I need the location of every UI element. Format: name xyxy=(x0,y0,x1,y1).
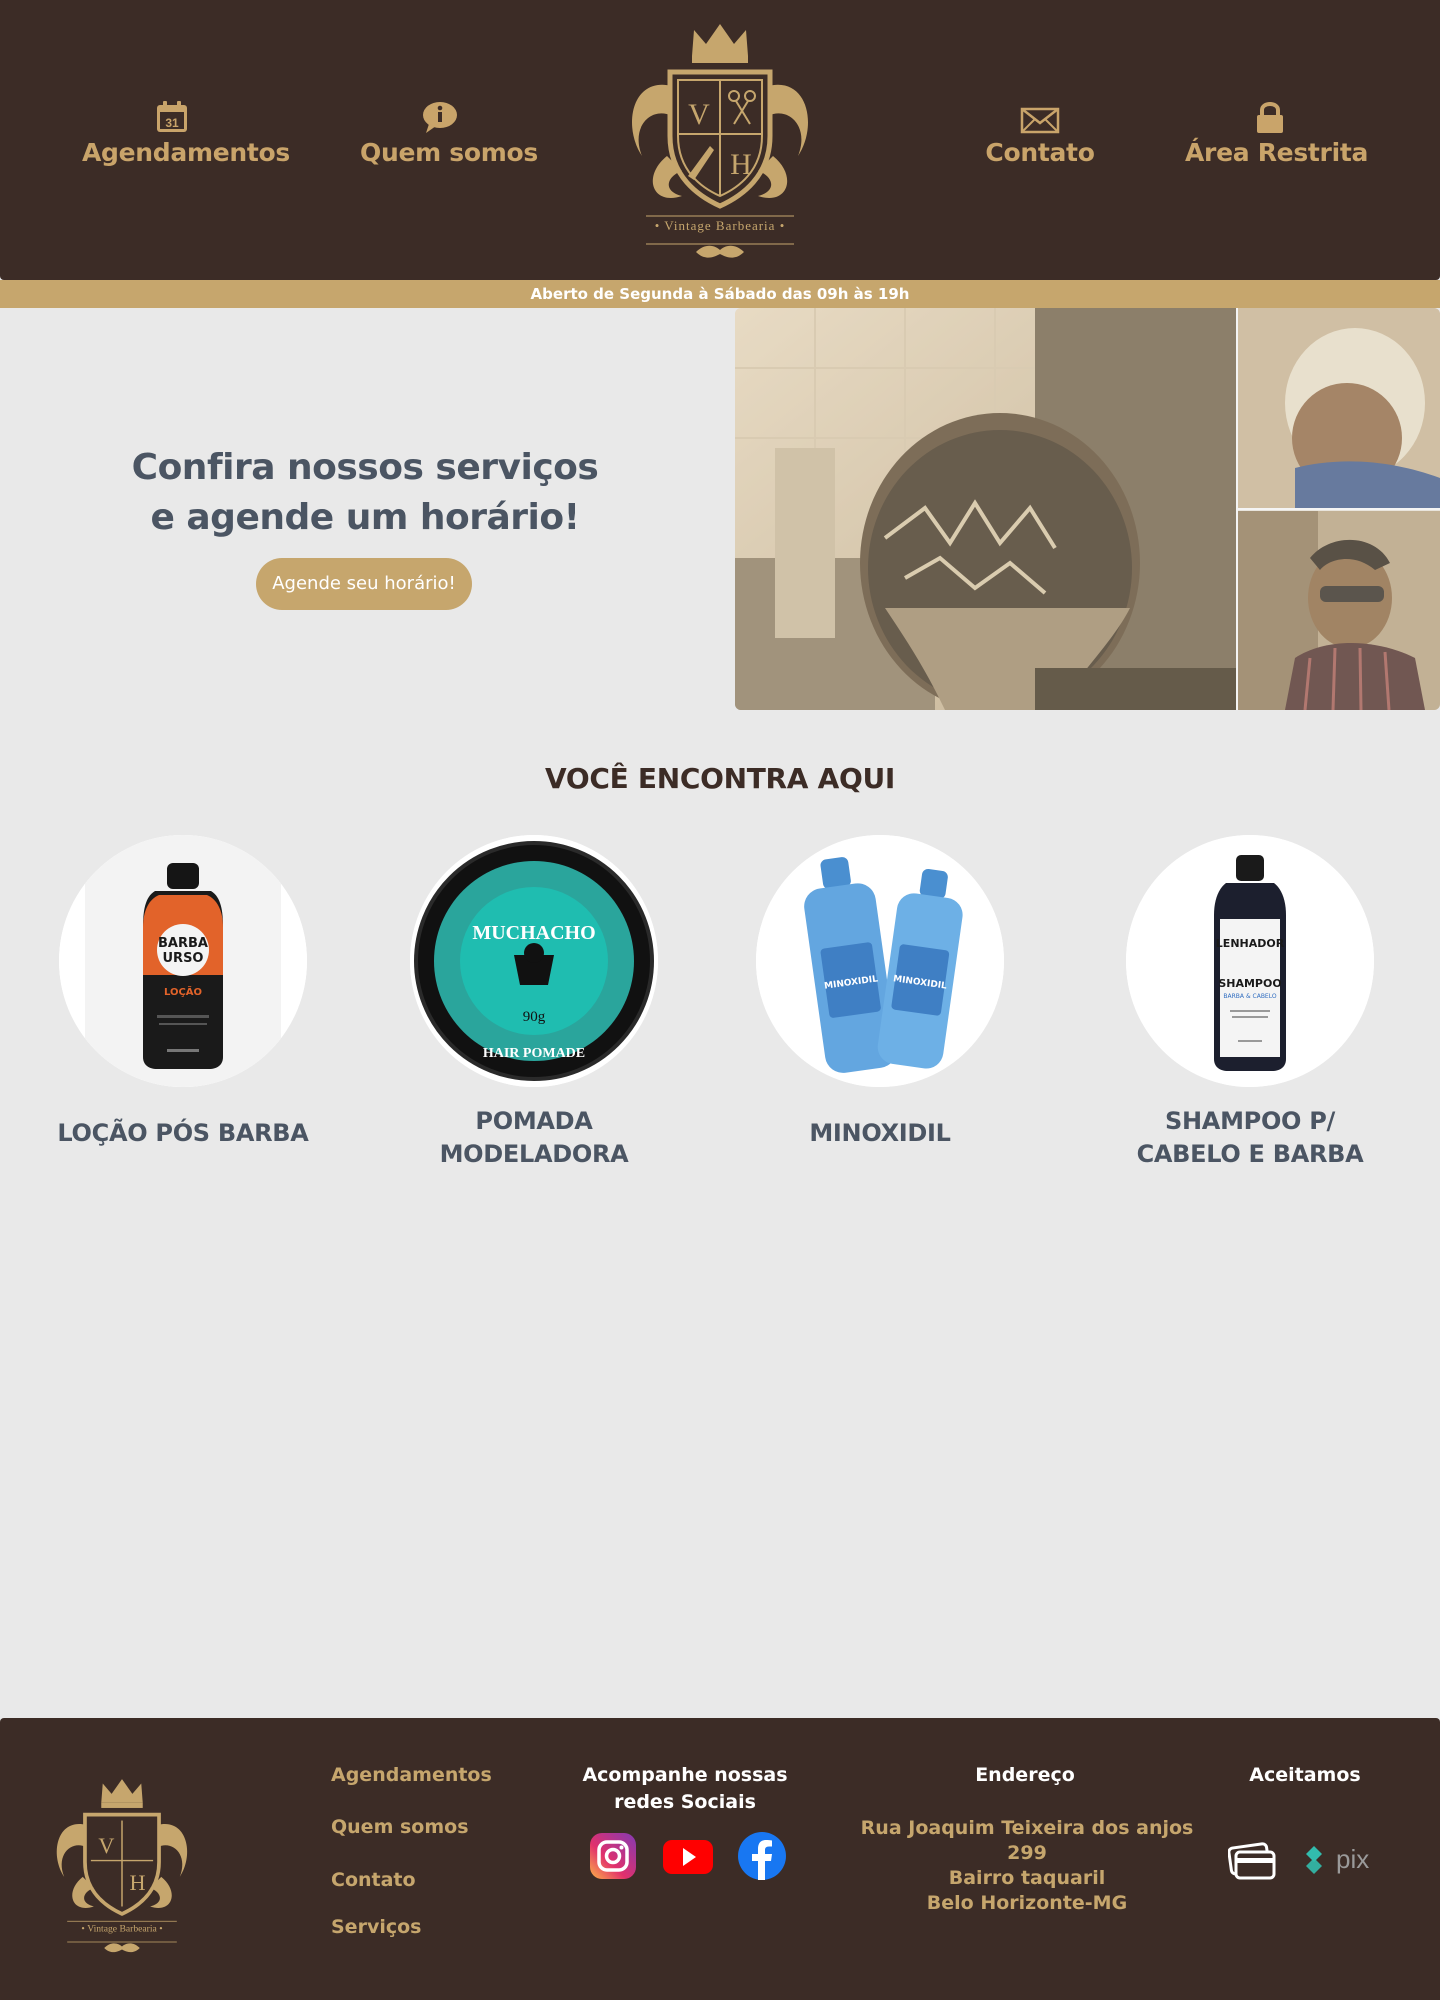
product-name: SHAMPOO P/ CABELO E BARBA xyxy=(1136,1107,1364,1168)
svg-text:• Vintage Barbearia •: • Vintage Barbearia • xyxy=(81,1924,162,1935)
svg-text:V: V xyxy=(98,1833,114,1858)
vintage-barbearia-logo[interactable]: V H • Vintage Barbearia • xyxy=(612,16,828,264)
youtube-icon[interactable] xyxy=(662,1832,714,1880)
svg-text:H: H xyxy=(130,1870,146,1895)
facebook-icon[interactable] xyxy=(737,1831,787,1881)
schedule-button[interactable]: Agende seu horário! xyxy=(256,558,472,610)
hero-photo-collage xyxy=(735,308,1440,710)
svg-text:BARBA: BARBA xyxy=(158,936,208,951)
product-image: LENHADOR SHAMPOO BARBA & CABELO xyxy=(1126,835,1374,1087)
chat-info-icon xyxy=(423,102,457,133)
card-icon xyxy=(1228,1842,1276,1880)
product-name: LOÇÃO PÓS BARBA xyxy=(57,1119,309,1147)
svg-text:• Vintage Barbearia •: • Vintage Barbearia • xyxy=(655,218,786,233)
nav-agendamentos[interactable]: 31 Agendamentos xyxy=(82,100,290,167)
svg-text:BARBA & CABELO: BARBA & CABELO xyxy=(1223,993,1276,1000)
product-card-locao[interactable]: BARBA URSO LOÇÃO LOÇÃO PÓS BARBA xyxy=(57,835,309,1147)
product-card-minoxidil[interactable]: MINOXIDIL MINOXIDIL MINOXIDIL xyxy=(755,835,1005,1147)
product-card-pomada[interactable]: MUCHACHO 90g HAIR POMADE POMADA MODELADO… xyxy=(409,835,659,1168)
product-image: MINOXIDIL MINOXIDIL xyxy=(756,835,1004,1087)
product-card-shampoo[interactable]: LENHADOR SHAMPOO BARBA & CABELO SHAMPOO … xyxy=(1125,835,1375,1168)
instagram-icon[interactable] xyxy=(589,1832,637,1880)
opening-hours-bar: Aberto de Segunda à Sábado das 09h às 19… xyxy=(0,280,1440,308)
svg-text:H: H xyxy=(730,148,752,181)
footer-link-agendamentos[interactable]: Agendamentos xyxy=(331,1764,492,1786)
svg-text:URSO: URSO xyxy=(163,951,204,966)
svg-text:HAIR POMADE: HAIR POMADE xyxy=(483,1046,585,1061)
nav-quem-somos[interactable]: Quem somos xyxy=(360,100,538,167)
footer-link-contato[interactable]: Contato xyxy=(331,1869,416,1891)
svg-text:SHAMPOO: SHAMPOO xyxy=(1218,977,1281,990)
svg-text:LOÇÃO: LOÇÃO xyxy=(164,985,202,998)
nav-label: Área Restrita xyxy=(1185,138,1369,167)
product-image: BARBA URSO LOÇÃO xyxy=(59,835,307,1087)
envelope-icon xyxy=(1020,107,1060,134)
products-section-title: VOCÊ ENCONTRA AQUI xyxy=(544,762,896,795)
footer-logo[interactable]: V H • Vintage Barbearia • xyxy=(42,1770,202,1960)
product-name: MINOXIDIL xyxy=(809,1119,951,1147)
site-header: 31 Agendamentos Quem somos V H • Vintage… xyxy=(0,0,1440,280)
svg-text:MUCHACHO: MUCHACHO xyxy=(472,922,595,944)
svg-text:LENHADOR: LENHADOR xyxy=(1216,937,1285,950)
nav-area-restrita[interactable]: Área Restrita xyxy=(1185,100,1368,167)
svg-text:V: V xyxy=(688,98,710,131)
footer-link-quem-somos[interactable]: Quem somos xyxy=(331,1816,469,1838)
lock-icon xyxy=(1257,102,1283,133)
site-footer: V H • Vintage Barbearia • Agendamentos Q… xyxy=(0,1718,1440,2000)
svg-text:pix: pix xyxy=(1336,1844,1369,1874)
social-title: Acompanhe nossas redes Sociais xyxy=(582,1764,788,1813)
footer-link-servicos[interactable]: Serviços xyxy=(331,1916,421,1938)
address-text: Rua Joaquim Teixeira dos anjos 299 Bairr… xyxy=(860,1817,1194,1914)
product-image: MUCHACHO 90g HAIR POMADE xyxy=(410,835,658,1087)
product-name: POMADA MODELADORA xyxy=(439,1107,629,1168)
nav-label: Quem somos xyxy=(360,138,538,167)
nav-label: Contato xyxy=(985,138,1095,167)
pix-logo: pix xyxy=(1306,1844,1369,1874)
hero-cta: Confira nossos serviços e agende um horá… xyxy=(0,308,735,710)
svg-text:31: 31 xyxy=(165,116,179,130)
address-title: Endereço xyxy=(975,1764,1075,1786)
calendar-icon: 31 xyxy=(157,101,187,132)
payment-title: Aceitamos xyxy=(1249,1764,1361,1786)
nav-contato[interactable]: Contato xyxy=(980,100,1100,167)
svg-text:90g: 90g xyxy=(523,1009,546,1025)
hero-title: Confira nossos serviços e agende um horá… xyxy=(131,447,599,538)
nav-label: Agendamentos xyxy=(82,138,290,167)
